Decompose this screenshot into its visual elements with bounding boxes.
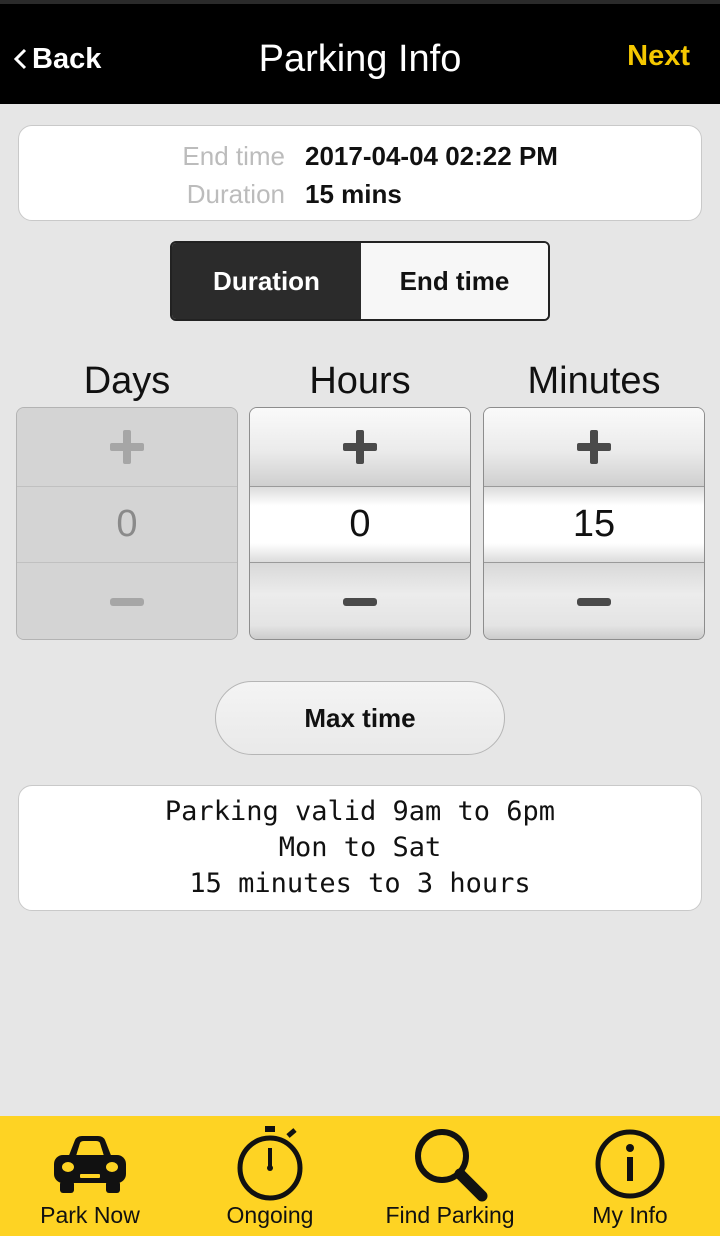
car-icon bbox=[54, 1136, 126, 1193]
nav-label: Ongoing bbox=[226, 1202, 314, 1228]
plus-icon bbox=[343, 430, 377, 464]
minutes-value: 15 bbox=[484, 486, 704, 563]
mode-toggle: Duration End time bbox=[170, 241, 550, 321]
plus-icon bbox=[577, 430, 611, 464]
minutes-stepper: 15 bbox=[483, 407, 705, 640]
days-label: Days bbox=[83, 360, 171, 402]
end-time-value: 2017-04-04 02:22 PM bbox=[305, 140, 558, 171]
end-time-mode-button[interactable]: End time bbox=[361, 243, 548, 319]
duration-value: 15 mins bbox=[305, 178, 402, 209]
minutes-decrement-button[interactable] bbox=[484, 563, 704, 639]
nav-label: Find Parking bbox=[385, 1202, 515, 1228]
nav-find-parking[interactable]: Find Parking bbox=[360, 1116, 540, 1236]
days-stepper: 0 bbox=[16, 407, 238, 640]
page-title: Parking Info bbox=[258, 38, 462, 80]
days-increment-button[interactable] bbox=[17, 408, 237, 486]
minus-icon bbox=[110, 598, 144, 606]
hours-stepper: 0 bbox=[249, 407, 471, 640]
nav-label: My Info bbox=[592, 1202, 668, 1228]
stopwatch-icon bbox=[237, 1126, 303, 1201]
minutes-label: Minutes bbox=[527, 360, 661, 402]
end-time-row: End time 2017-04-04 02:22 PM bbox=[19, 138, 703, 174]
nav-park-now[interactable]: Park Now bbox=[0, 1116, 180, 1236]
hours-decrement-button[interactable] bbox=[250, 563, 470, 639]
minutes-increment-button[interactable] bbox=[484, 408, 704, 486]
plus-icon bbox=[110, 430, 144, 464]
end-time-label: End time bbox=[182, 140, 285, 171]
duration-row: Duration 15 mins bbox=[19, 176, 703, 212]
hours-label: Hours bbox=[309, 360, 411, 402]
bottom-nav: Park Now Ongoing Find Parking My Info bbox=[0, 1116, 720, 1236]
info-icon bbox=[595, 1129, 665, 1199]
duration-mode-button[interactable]: Duration bbox=[172, 243, 361, 319]
parking-rules-info: Parking valid 9am to 6pm Mon to Sat 15 m… bbox=[18, 785, 702, 911]
nav-ongoing[interactable]: Ongoing bbox=[180, 1116, 360, 1236]
days-decrement-button[interactable] bbox=[17, 563, 237, 639]
next-button[interactable]: Next bbox=[627, 40, 690, 73]
nav-label: Park Now bbox=[40, 1202, 140, 1228]
duration-label: Duration bbox=[186, 178, 285, 209]
info-line: 15 minutes to 3 hours bbox=[189, 868, 531, 899]
app-header: Back Parking Info Next bbox=[0, 0, 720, 104]
hours-increment-button[interactable] bbox=[250, 408, 470, 486]
back-button[interactable]: Back bbox=[12, 34, 101, 84]
search-icon bbox=[415, 1129, 488, 1202]
days-value: 0 bbox=[17, 486, 237, 563]
info-line: Parking valid 9am to 6pm bbox=[164, 796, 556, 827]
info-line: Mon to Sat bbox=[278, 832, 442, 863]
minus-icon bbox=[343, 598, 377, 606]
parking-summary-card: End time 2017-04-04 02:22 PM Duration 15… bbox=[18, 125, 702, 221]
max-time-button[interactable]: Max time bbox=[215, 681, 505, 755]
chevron-left-icon bbox=[13, 48, 27, 70]
back-label: Back bbox=[32, 42, 102, 75]
hours-value: 0 bbox=[250, 486, 470, 563]
minus-icon bbox=[577, 598, 611, 606]
nav-my-info[interactable]: My Info bbox=[540, 1116, 720, 1236]
